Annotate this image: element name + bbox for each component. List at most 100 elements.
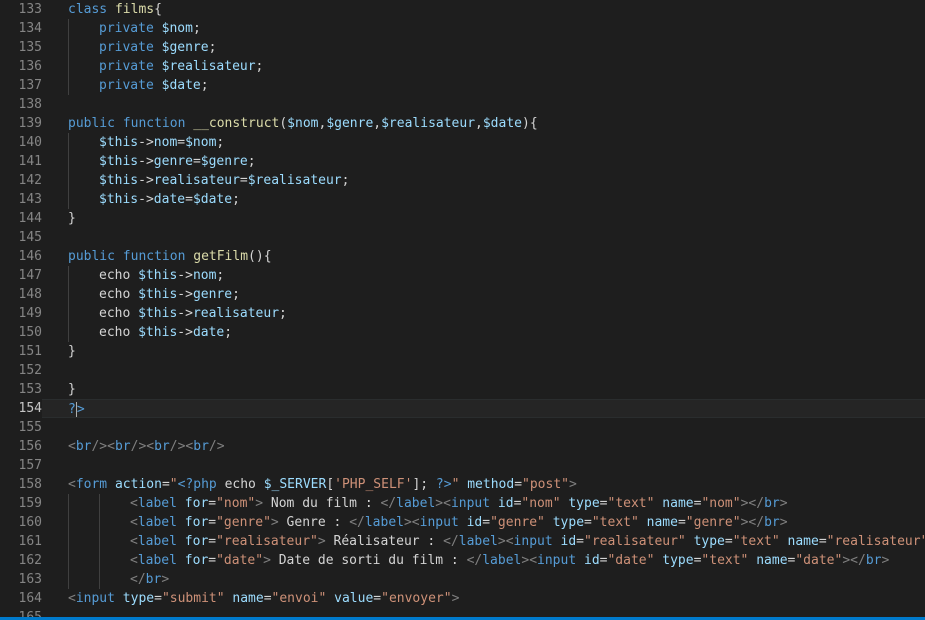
code-token: "post" [522,477,569,492]
code-line[interactable]: 163 </br> [0,570,925,589]
code-line[interactable]: 135 private $genre; [0,38,925,57]
code-token: } [68,382,76,397]
code-line[interactable]: 139 public function __construct($nom,$gen… [0,114,925,133]
code-line[interactable]: 147 echo $this->nom; [0,266,925,285]
code-content[interactable]: <input type="submit" name="envoi" value=… [42,589,925,608]
code-content[interactable]: echo $this->genre; [42,285,925,304]
code-content[interactable]: $this->genre=$genre; [42,152,925,171]
code-content[interactable]: <label for="genre"> Genre : </label><inp… [42,513,925,532]
code-token: < [130,534,138,549]
code-line[interactable]: 149 echo $this->realisateur; [0,304,925,323]
indent-guide [68,57,69,76]
code-line[interactable]: 137 private $date; [0,76,925,95]
code-content[interactable]: private $nom; [42,19,925,38]
code-content[interactable]: </br> [42,570,925,589]
code-line[interactable]: 145 [0,228,925,247]
code-content[interactable]: echo $this->realisateur; [42,304,925,323]
code-token: >< [435,496,451,511]
code-content[interactable]: <br/><br/><br/><br/> [42,437,925,456]
indent-guide [68,570,69,589]
code-content[interactable]: class films{ [42,0,925,19]
code-line[interactable]: 162 <label for="date"> Date de sorti du f… [0,551,925,570]
code-token: [ [326,477,335,492]
code-line[interactable]: 143 $this->date=$date; [0,190,925,209]
code-content[interactable]: private $genre; [42,38,925,57]
code-content[interactable]: $this->nom=$nom; [42,133,925,152]
code-text: class films{ [68,2,162,17]
code-token: "date" [607,553,663,568]
code-text: private $date; [99,78,209,93]
code-line[interactable]: 158 <form action="<?php echo $_SERVER['PH… [0,475,925,494]
code-line[interactable]: 156 <br/><br/><br/><br/> [0,437,925,456]
code-content[interactable]: <label for="date"> Date de sorti du film… [42,551,925,570]
code-line[interactable]: 157 [0,456,925,475]
code-token: -> [138,173,154,188]
code-content[interactable]: } [42,209,925,228]
code-content[interactable]: $this->date=$date; [42,190,925,209]
code-content[interactable]: ?> [42,399,925,418]
editor-lines[interactable]: 133 class films{ 134 private $nom; 135 privat… [0,0,925,620]
code-line[interactable]: 133 class films{ [0,0,925,19]
code-line[interactable]: 160 <label for="genre"> Genre : </label><… [0,513,925,532]
code-content[interactable]: private $date; [42,76,925,95]
code-content[interactable]: echo $this->nom; [42,266,925,285]
code-token: " [169,477,178,492]
code-line[interactable]: 136 private $realisateur; [0,57,925,76]
code-line[interactable]: 148 echo $this->genre; [0,285,925,304]
code-token: = [185,192,193,207]
code-token: = [154,591,162,606]
code-line[interactable]: 140 $this->nom=$nom; [0,133,925,152]
code-content[interactable]: private $realisateur; [42,57,925,76]
code-token: </ [130,572,146,587]
code-token: ?> [435,477,452,492]
code-content[interactable]: <form action="<?php echo $_SERVER['PHP_S… [42,475,925,494]
code-line[interactable]: 154 ?> [0,399,925,418]
code-content[interactable] [42,361,925,380]
code-token: 'PHP_SELF' [334,477,413,492]
code-content[interactable]: public function getFilm(){ [42,247,925,266]
indent-guide [68,171,69,190]
code-line[interactable]: 152 [0,361,925,380]
code-content[interactable] [42,456,925,475]
code-content[interactable]: echo $this->date; [42,323,925,342]
code-token: < [130,553,138,568]
code-content[interactable]: $this->realisateur=$realisateur; [42,171,925,190]
code-content[interactable] [42,95,925,114]
code-content[interactable]: } [42,380,925,399]
code-line[interactable]: 141 $this->genre=$genre; [0,152,925,171]
code-token: br [75,439,92,454]
code-token: > [881,553,890,568]
code-content[interactable]: <label for="realisateur"> Réalisateur : … [42,532,925,551]
code-line[interactable]: 144} [0,209,925,228]
code-token: -> [138,192,154,207]
code-token: = [576,534,584,549]
code-token: ){ [522,116,538,131]
code-token: -> [177,306,193,321]
code-line[interactable]: 142 $this->realisateur=$realisateur; [0,171,925,190]
code-content[interactable] [42,228,925,247]
code-line[interactable]: 146 public function getFilm(){ [0,247,925,266]
code-line[interactable]: 161 <label for="realisateur"> Réalisateur… [0,532,925,551]
line-number: 145 [18,230,42,245]
code-content[interactable] [42,418,925,437]
code-token: $genre [326,116,374,131]
code-line[interactable]: 150 echo $this->date; [0,323,925,342]
code-line[interactable]: 138 [0,95,925,114]
code-line[interactable]: 151} [0,342,925,361]
code-line[interactable]: 134 private $nom; [0,19,925,38]
code-editor[interactable]: 133 class films{ 134 private $nom; 135 privat… [0,0,925,620]
line-number: 133 [18,2,42,17]
line-number: 149 [18,306,42,321]
code-token: $genre [200,154,248,169]
code-line[interactable]: 155 [0,418,925,437]
code-line[interactable]: 159 <label for="nom"> Nom du film : </lab… [0,494,925,513]
code-content[interactable]: <label for="nom"> Nom du film : </label>… [42,494,925,513]
code-line[interactable]: 153} [0,380,925,399]
code-content[interactable]: } [42,342,925,361]
code-line[interactable]: 164 <input type="submit" name="envoi" val… [0,589,925,608]
code-token: action [114,477,162,492]
code-token: = [208,534,217,549]
code-token: > [76,402,85,417]
indent-guide [68,513,69,532]
code-content[interactable]: public function __construct($nom,$genre,… [42,114,925,133]
